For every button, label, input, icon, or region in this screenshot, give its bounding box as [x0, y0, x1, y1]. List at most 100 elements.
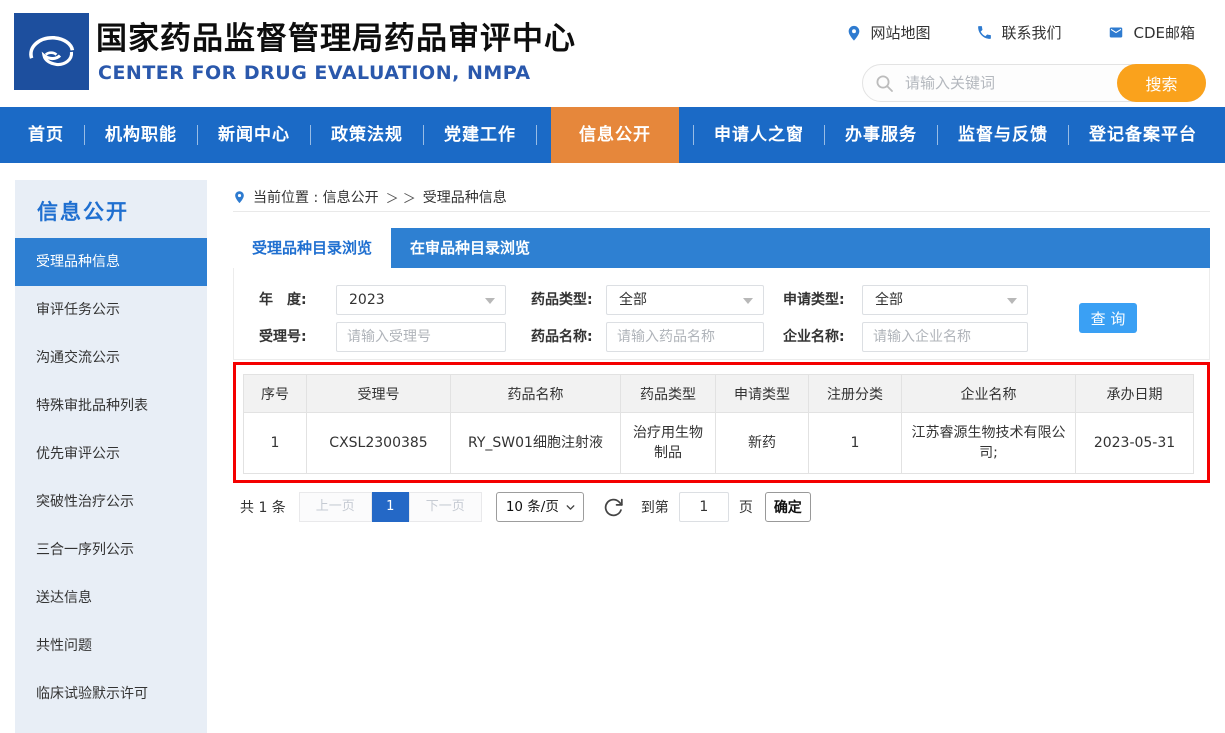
breadcrumb-current: 受理品种信息: [423, 187, 507, 207]
col-seq: 序号: [244, 375, 307, 413]
sidebar-item-three-in-one[interactable]: 三合一序列公示: [15, 526, 207, 574]
total-count: 共 1 条: [240, 497, 286, 517]
col-apply-type: 申请类型: [716, 375, 809, 413]
cell-accept-no: CXSL2300385: [307, 413, 451, 474]
table-row: 1 CXSL2300385 RY_SW01细胞注射液 治疗用生物制品 新药 1 …: [244, 413, 1194, 474]
site-title-en: CENTER FOR DRUG EVALUATION, NMPA: [98, 62, 531, 84]
location-pin-icon: [233, 189, 246, 205]
current-page-button[interactable]: 1: [372, 492, 409, 522]
map-pin-icon: [846, 24, 862, 42]
tab-under-review-catalog[interactable]: 在审品种目录浏览: [391, 228, 549, 268]
pager-group: 上一页 1 下一页: [299, 492, 482, 522]
query-button[interactable]: 查 询: [1079, 303, 1137, 333]
nav-divider: [197, 125, 198, 145]
cell-drug-name: RY_SW01细胞注射液: [451, 413, 621, 474]
col-reg-class: 注册分类: [809, 375, 902, 413]
col-company: 企业名称: [902, 375, 1076, 413]
nav-item-home[interactable]: 首页: [22, 107, 70, 163]
nav-item-info-disclosure[interactable]: 信息公开: [551, 107, 679, 163]
sidebar-item-breakthrough-therapy[interactable]: 突破性治疗公示: [15, 478, 207, 526]
sitemap-label: 网站地图: [870, 22, 930, 43]
sidebar-item-delivery-info[interactable]: 送达信息: [15, 574, 207, 622]
company-input[interactable]: [862, 322, 1028, 352]
sidebar-item-communication[interactable]: 沟通交流公示: [15, 334, 207, 382]
mailbox-label: CDE邮箱: [1133, 22, 1195, 43]
accept-no-input[interactable]: [336, 322, 506, 352]
goto-page-input[interactable]: [679, 492, 729, 522]
chevron-down-icon: [1007, 298, 1017, 304]
col-accept-no: 受理号: [307, 375, 451, 413]
page-size-select[interactable]: 10 条/页: [496, 492, 584, 522]
page-size-value: 10 条/页: [506, 499, 559, 515]
cde-page: 国家药品监督管理局药品审评中心 CENTER FOR DRUG EVALUATI…: [0, 0, 1225, 733]
goto-page-label: 到第: [641, 497, 669, 517]
sidebar-title: 信息公开: [15, 180, 207, 238]
nav-item-applicant-window[interactable]: 申请人之窗: [708, 107, 810, 163]
site-header: 国家药品监督管理局药品审评中心 CENTER FOR DRUG EVALUATI…: [0, 0, 1225, 107]
sitemap-link[interactable]: 网站地图: [846, 22, 930, 43]
sidebar-item-special-approval[interactable]: 特殊审批品种列表: [15, 382, 207, 430]
envelope-icon: [1107, 25, 1125, 40]
breadcrumb-section[interactable]: 当前位置 : 信息公开: [253, 187, 379, 207]
col-drug-type: 药品类型: [621, 375, 716, 413]
nav-divider: [536, 125, 537, 145]
sidebar-item-common-issues[interactable]: 共性问题: [15, 622, 207, 670]
accept-no-label: 受理号:: [259, 322, 307, 352]
sidebar-item-accepted-varieties[interactable]: 受理品种信息: [15, 238, 207, 286]
sidebar-item-priority-review[interactable]: 优先审评公示: [15, 430, 207, 478]
nav-item-policy[interactable]: 政策法规: [325, 107, 409, 163]
main-area: 信息公开 受理品种信息 审评任务公示 沟通交流公示 特殊审批品种列表 优先审评公…: [0, 163, 1225, 733]
nav-item-registration-platform[interactable]: 登记备案平台: [1083, 107, 1203, 163]
nav-divider: [84, 125, 85, 145]
refresh-icon[interactable]: [603, 497, 624, 518]
drug-type-label: 药品类型:: [531, 285, 593, 315]
nav-divider: [824, 125, 825, 145]
breadcrumb: 当前位置 : 信息公开 ＞ ＞ 受理品种信息: [233, 183, 1210, 212]
cde-logo: [14, 13, 89, 90]
sidebar-item-review-tasks[interactable]: 审评任务公示: [15, 286, 207, 334]
confirm-button[interactable]: 确定: [765, 492, 811, 522]
phone-icon: [976, 24, 993, 41]
breadcrumb-separator: ＞ ＞: [386, 188, 416, 207]
drug-type-select-value: 全部: [619, 292, 647, 308]
search-button[interactable]: 搜索: [1117, 64, 1206, 102]
contact-label: 联系我们: [1001, 22, 1061, 43]
company-label: 企业名称:: [783, 322, 845, 352]
nav-item-functions[interactable]: 机构职能: [99, 107, 183, 163]
search-icon: [875, 74, 894, 93]
results-table: 序号 受理号 药品名称 药品类型 申请类型 注册分类 企业名称 承办日期 1: [243, 374, 1194, 474]
nav-item-supervision[interactable]: 监督与反馈: [952, 107, 1054, 163]
next-page-button[interactable]: 下一页: [409, 492, 482, 522]
nav-divider: [310, 125, 311, 145]
mailbox-link[interactable]: CDE邮箱: [1107, 22, 1195, 43]
sidebar: 信息公开 受理品种信息 审评任务公示 沟通交流公示 特殊审批品种列表 优先审评公…: [15, 180, 207, 733]
col-drug-name: 药品名称: [451, 375, 621, 413]
apply-type-select-value: 全部: [875, 292, 903, 308]
year-label: 年 度:: [259, 285, 307, 315]
cell-date: 2023-05-31: [1076, 413, 1194, 474]
nav-divider: [1068, 125, 1069, 145]
year-select-value: 2023: [349, 292, 385, 308]
page-unit-label: 页: [739, 497, 753, 517]
sidebar-item-clinical-trial-license[interactable]: 临床试验默示许可: [15, 670, 207, 718]
prev-page-button[interactable]: 上一页: [299, 492, 372, 522]
nav-item-party[interactable]: 党建工作: [438, 107, 522, 163]
contact-link[interactable]: 联系我们: [976, 22, 1061, 43]
drug-name-input[interactable]: [606, 322, 764, 352]
tab-accepted-catalog[interactable]: 受理品种目录浏览: [233, 228, 391, 268]
year-select[interactable]: 2023: [336, 285, 506, 315]
apply-type-label: 申请类型:: [783, 285, 845, 315]
drug-name-label: 药品名称:: [531, 322, 593, 352]
nav-item-services[interactable]: 办事服务: [839, 107, 923, 163]
col-date: 承办日期: [1076, 375, 1194, 413]
nav-item-news[interactable]: 新闻中心: [212, 107, 296, 163]
catalog-tabs: 受理品种目录浏览 在审品种目录浏览: [233, 228, 1210, 268]
apply-type-select[interactable]: 全部: [862, 285, 1028, 315]
drug-type-select[interactable]: 全部: [606, 285, 764, 315]
filter-panel: 年 度: 2023 药品类型: 全部 申请类型: 全部 受理号: 药品名称:: [233, 268, 1210, 360]
highlight-annotation: 序号 受理号 药品名称 药品类型 申请类型 注册分类 企业名称 承办日期 1: [233, 362, 1210, 483]
nav-divider: [693, 125, 694, 145]
main-nav: 首页 机构职能 新闻中心 政策法规 党建工作 信息公开 申请人之窗 办事服务 监…: [0, 107, 1225, 163]
chevron-down-icon: [743, 298, 753, 304]
chevron-down-icon: [564, 501, 577, 514]
